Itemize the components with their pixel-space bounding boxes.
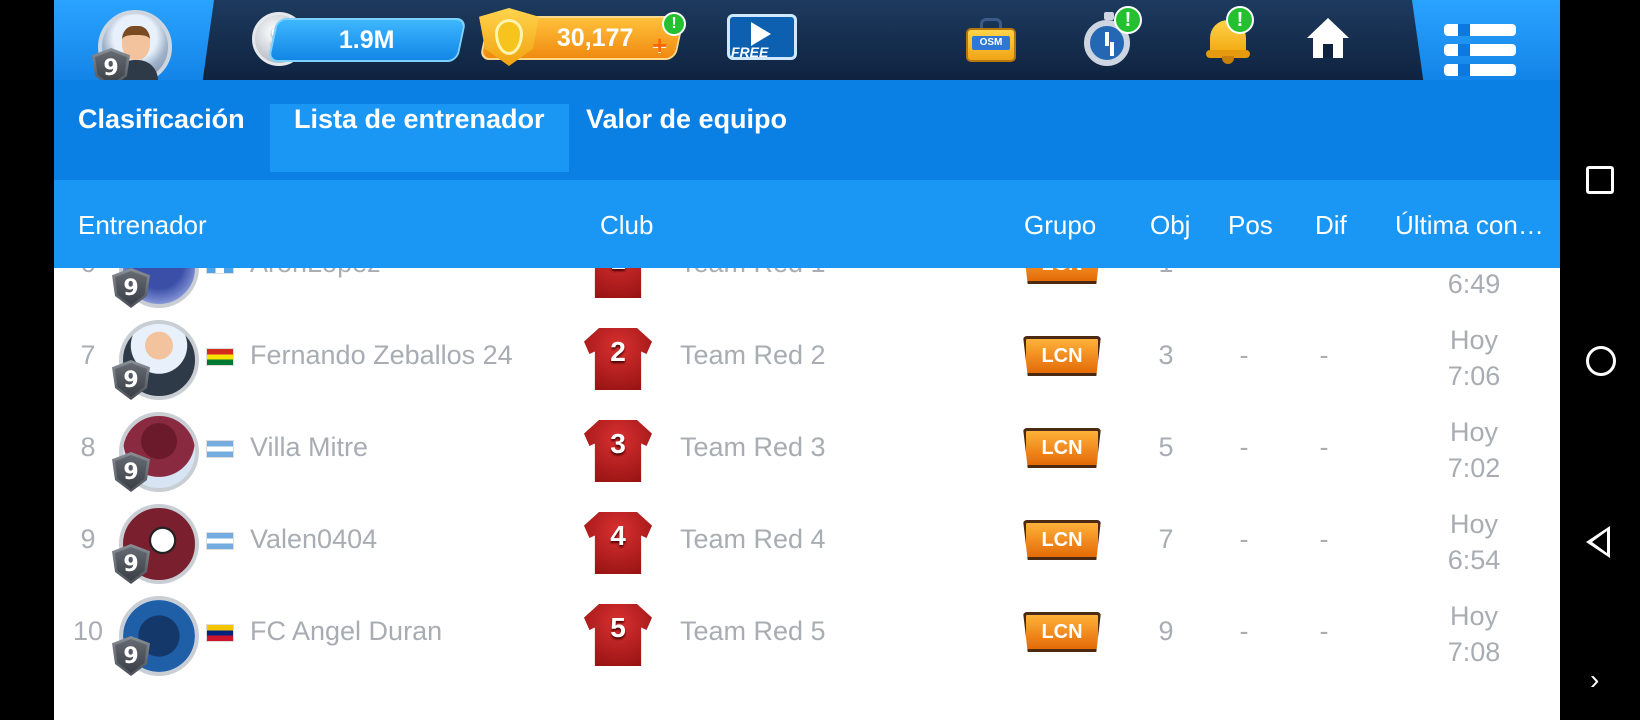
objective-value: 7 bbox=[1158, 524, 1174, 554]
last-connection-day: Hoy bbox=[1449, 601, 1498, 631]
difference-value: - bbox=[1319, 616, 1329, 646]
free-video-icon[interactable]: FREE bbox=[725, 14, 799, 64]
chevron-right-icon[interactable]: › bbox=[1590, 664, 1618, 695]
hamburger-menu-icon[interactable] bbox=[1444, 24, 1516, 80]
top-bar: $ 1.9M 30,177 + ! FREE OSM ! ! bbox=[54, 0, 1560, 80]
table-row[interactable]: 10 9 FC Angel Duran 5 Team Red 5 LCN 9- - Hoy 7:0… bbox=[54, 586, 1560, 682]
club-kit-icon: 5 bbox=[584, 600, 652, 668]
col-club[interactable]: Club bbox=[600, 210, 653, 241]
objective-value: 1 bbox=[1116, 268, 1216, 279]
last-connection: Hoy6:49 bbox=[1414, 268, 1534, 302]
last-connection-day: Hoy bbox=[1449, 417, 1498, 447]
difference-value: - bbox=[1319, 524, 1329, 554]
back-icon[interactable] bbox=[1586, 526, 1610, 558]
table-row[interactable]: 8 9 Villa Mitre 3 Team Red 3 LCN 5- - Hoy 7:02 bbox=[54, 402, 1560, 498]
country-flag-icon bbox=[206, 624, 234, 642]
home-icon[interactable] bbox=[1307, 18, 1349, 58]
manager-name[interactable]: Villa Mitre bbox=[250, 432, 368, 463]
col-pos[interactable]: Pos bbox=[1228, 210, 1273, 241]
team-name[interactable]: Team Red 4 bbox=[680, 524, 826, 555]
money-value: 1.9M bbox=[339, 25, 395, 54]
team-name[interactable]: Team Red 2 bbox=[680, 340, 826, 371]
timer-alert-icon: ! bbox=[1114, 6, 1142, 34]
column-header: Entrenador Club Grupo Obj Pos Dif Última… bbox=[54, 180, 1560, 268]
position-value: - bbox=[1239, 432, 1249, 462]
row-rank: 10 bbox=[72, 616, 104, 646]
group-badge: LCN bbox=[1023, 612, 1101, 652]
free-label: FREE bbox=[731, 44, 769, 60]
col-dif[interactable]: Dif bbox=[1315, 210, 1347, 241]
col-last-connection[interactable]: Última con… bbox=[1395, 210, 1544, 241]
club-kit-icon: 2 bbox=[584, 324, 652, 392]
home-circle-icon[interactable] bbox=[1586, 346, 1616, 376]
last-connection: Hoy 7:08 bbox=[1414, 598, 1534, 670]
last-connection-day: Hoy bbox=[1449, 509, 1498, 539]
difference-value: - bbox=[1319, 432, 1329, 462]
tab-bar: Clasificación Lista de entrenador Valor … bbox=[54, 80, 1560, 180]
last-connection-time: 7:02 bbox=[1447, 453, 1501, 483]
android-nav-bar: › bbox=[1560, 0, 1640, 720]
last-connection: Hoy 7:02 bbox=[1414, 414, 1534, 486]
country-flag-icon bbox=[206, 268, 234, 274]
table-row[interactable]: 7 9 Fernando Zeballos 24 2 Team Red 2 LCN 3- - H… bbox=[54, 310, 1560, 406]
manager-name[interactable]: Valen0404 bbox=[250, 524, 377, 555]
position-value: - bbox=[1239, 340, 1249, 370]
country-flag-icon bbox=[206, 532, 234, 550]
last-connection: Hoy 6:54 bbox=[1414, 506, 1534, 578]
col-obj[interactable]: Obj bbox=[1150, 210, 1190, 241]
col-manager[interactable]: Entrenador bbox=[78, 210, 207, 241]
difference-value: - bbox=[1284, 268, 1364, 279]
position-value: - bbox=[1239, 616, 1249, 646]
col-group[interactable]: Grupo bbox=[1024, 210, 1096, 241]
difference-value: - bbox=[1319, 340, 1329, 370]
country-flag-icon bbox=[206, 440, 234, 458]
manager-table: 69AronLopez1Team Red 1LCN1--Hoy6:4979Fer… bbox=[54, 268, 1560, 720]
team-name[interactable]: Team Red 5 bbox=[680, 616, 826, 647]
app-window: $ 1.9M 30,177 + ! FREE OSM ! ! 9 bbox=[54, 0, 1560, 720]
objective-value: 9 bbox=[1158, 616, 1174, 646]
position-value: - bbox=[1204, 268, 1284, 279]
table-row[interactable]: 69AronLopez1Team Red 1LCN1--Hoy6:49 bbox=[54, 268, 1560, 314]
team-name[interactable]: Team Red 3 bbox=[680, 432, 826, 463]
club-kit-icon: 4 bbox=[584, 508, 652, 576]
last-connection-time: 6:49 bbox=[1447, 269, 1501, 299]
manager-name[interactable]: AronLopez bbox=[250, 268, 381, 279]
manager-name[interactable]: Fernando Zeballos 24 bbox=[250, 340, 513, 371]
tab-valor-de-equipo[interactable]: Valor de equipo bbox=[562, 104, 811, 176]
table-row[interactable]: 9 9 Valen0404 4 Team Red 4 LCN 7- - Hoy 6:54 bbox=[54, 494, 1560, 590]
last-connection-day: Hoy bbox=[1449, 325, 1498, 355]
position-value: - bbox=[1239, 524, 1249, 554]
team-name[interactable]: Team Red 1 bbox=[680, 268, 826, 279]
tab-clasificacion[interactable]: Clasificación bbox=[54, 104, 269, 176]
last-connection: Hoy 7:06 bbox=[1414, 322, 1534, 394]
plus-icon[interactable]: + bbox=[652, 30, 667, 61]
row-rank: 6 bbox=[64, 268, 112, 279]
group-badge: LCN bbox=[1023, 268, 1101, 284]
objective-value: 3 bbox=[1158, 340, 1174, 370]
recent-apps-icon[interactable] bbox=[1586, 166, 1614, 194]
osm-label: OSM bbox=[972, 36, 1010, 50]
country-flag-icon bbox=[206, 348, 234, 366]
last-connection-time: 7:06 bbox=[1447, 361, 1501, 391]
money-balance[interactable]: 1.9M bbox=[267, 18, 467, 62]
tab-lista-de-entrenador[interactable]: Lista de entrenador bbox=[270, 104, 569, 176]
group-badge: LCN bbox=[1023, 520, 1101, 560]
last-connection-time: 6:54 bbox=[1447, 545, 1501, 575]
club-kit-icon: 1 bbox=[584, 268, 652, 300]
tokens-value: 30,177 bbox=[556, 23, 634, 52]
manager-name[interactable]: FC Angel Duran bbox=[250, 616, 442, 647]
last-connection-time: 7:08 bbox=[1447, 637, 1501, 667]
objective-value: 5 bbox=[1158, 432, 1174, 462]
bell-alert-icon: ! bbox=[1226, 6, 1254, 34]
group-badge: LCN bbox=[1023, 336, 1101, 376]
row-rank: 9 bbox=[80, 524, 96, 554]
osm-shop-icon[interactable]: OSM bbox=[966, 18, 1016, 62]
tokens-alert-icon: ! bbox=[662, 12, 686, 36]
row-rank: 7 bbox=[80, 340, 96, 370]
row-rank: 8 bbox=[80, 432, 96, 462]
group-badge: LCN bbox=[1023, 428, 1101, 468]
club-kit-icon: 3 bbox=[584, 416, 652, 484]
